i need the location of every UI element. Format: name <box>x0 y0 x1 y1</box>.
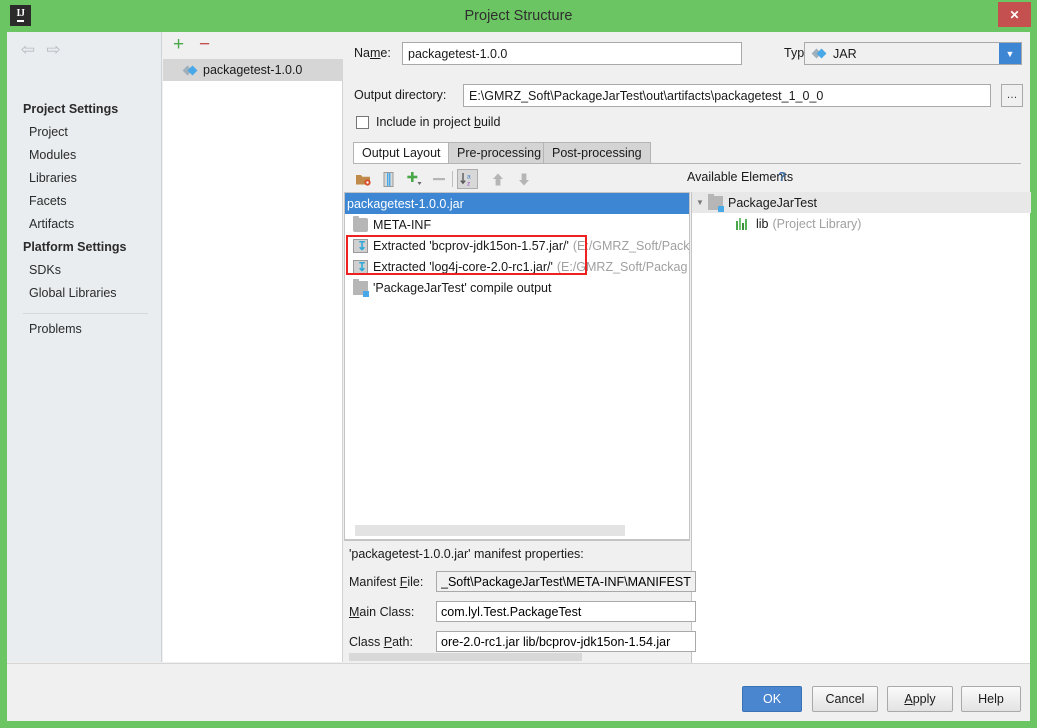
available-tree-row[interactable]: lib (Project Library) <box>692 213 1031 234</box>
output-directory-label: Output directory: <box>354 88 447 102</box>
tree-horizontal-scrollbar[interactable] <box>355 525 625 536</box>
sidebar-item-problems[interactable]: Problems <box>29 322 82 336</box>
settings-sidebar: ⇦ ⇨ Project Settings Project Modules Lib… <box>7 32 162 662</box>
sidebar-item-modules[interactable]: Modules <box>29 148 76 162</box>
tree-row-detail: (E:/GMRZ_Soft/Pack <box>572 238 690 253</box>
output-directory-input[interactable] <box>463 84 991 107</box>
name-input[interactable] <box>402 42 742 65</box>
remove-artifact-button[interactable]: − <box>199 35 210 55</box>
library-icon <box>736 217 751 230</box>
toolbar-separator <box>452 171 453 187</box>
artifact-list-item[interactable]: packagetest-1.0.0 <box>163 59 343 81</box>
sidebar-item-project[interactable]: Project <box>29 125 68 139</box>
tree-row[interactable]: ↧ Extracted 'log4j-core-2.0-rc1.jar/' (E… <box>345 256 689 277</box>
available-tree-row-label: lib <box>756 216 769 231</box>
create-archive-icon[interactable] <box>378 169 399 189</box>
tree-row-detail: (E:/GMRZ_Soft/Packag <box>556 259 688 274</box>
tree-row-label: META-INF <box>373 217 432 232</box>
remove-element-icon[interactable] <box>428 169 449 189</box>
browse-output-directory-button[interactable]: … <box>1001 84 1023 107</box>
tree-row-label: packagetest-1.0.0.jar <box>347 196 464 211</box>
type-dropdown-value: JAR <box>833 46 857 61</box>
dialog-content: ⇦ ⇨ Project Settings Project Modules Lib… <box>7 32 1031 721</box>
help-button[interactable]: Help <box>961 686 1021 712</box>
navigate-forward-icon[interactable]: ⇨ <box>42 40 64 60</box>
tree-row[interactable]: META-INF <box>345 214 689 235</box>
artifacts-toolbar: + − <box>163 32 343 59</box>
tree-row-label: Extracted 'log4j-core-2.0-rc1.jar/' <box>373 259 553 274</box>
main-class-label: Main Class: <box>349 605 415 619</box>
ok-button[interactable]: OK <box>742 686 802 712</box>
tree-row[interactable]: packagetest-1.0.0.jar <box>345 193 689 214</box>
title-bar: IJ Project Structure ✕ <box>0 0 1037 32</box>
sidebar-item-sdks[interactable]: SDKs <box>29 263 61 277</box>
module-output-icon <box>353 278 369 297</box>
folder-icon <box>353 215 368 232</box>
tab-post-processing[interactable]: Post-processing <box>543 142 651 164</box>
manifest-file-label: Manifest File: <box>349 575 424 589</box>
manifest-properties-section: 'packagetest-1.0.0.jar' manifest propert… <box>344 540 696 662</box>
type-dropdown[interactable]: JAR ▼ <box>804 42 1022 65</box>
create-directory-icon[interactable] <box>352 169 373 189</box>
available-tree-row-detail: (Project Library) <box>772 216 862 231</box>
tab-pre-processing[interactable]: Pre-processing <box>448 142 551 164</box>
sidebar-item-libraries[interactable]: Libraries <box>29 171 77 185</box>
move-down-icon[interactable] <box>513 169 534 189</box>
artifact-list-item-label: packagetest-1.0.0 <box>203 63 303 77</box>
svg-text:z: z <box>467 180 470 187</box>
artifact-editor-panel: Name: Type: JAR ▼ Output directory: … In… <box>344 32 1031 686</box>
main-class-input[interactable] <box>436 601 696 622</box>
include-in-project-build-checkbox[interactable] <box>356 116 369 129</box>
tab-output-layout[interactable]: Output Layout <box>353 142 450 164</box>
sort-alphabetically-icon[interactable]: a z <box>457 169 478 189</box>
sidebar-item-global-libraries[interactable]: Global Libraries <box>29 286 117 300</box>
sidebar-navigation: ⇦ ⇨ <box>17 40 64 60</box>
chevron-down-icon[interactable]: ▼ <box>999 43 1021 64</box>
class-path-label: Class Path: <box>349 635 413 649</box>
apply-button[interactable]: Apply <box>887 686 953 712</box>
sidebar-divider <box>23 313 148 314</box>
include-in-project-build-label: Include in project build <box>376 115 501 129</box>
cancel-button[interactable]: Cancel <box>812 686 878 712</box>
tree-row[interactable]: 'PackageJarTest' compile output <box>345 277 689 298</box>
close-window-button[interactable]: ✕ <box>998 2 1031 27</box>
name-label: Name: <box>354 46 391 60</box>
extracted-jar-icon: ↧ <box>353 259 368 274</box>
window-title: Project Structure <box>464 8 573 24</box>
help-icon[interactable]: ? <box>778 169 786 184</box>
jar-artifact-icon <box>182 64 198 77</box>
move-up-icon[interactable] <box>487 169 508 189</box>
add-element-icon[interactable] <box>404 169 425 189</box>
tab-underline <box>353 163 1021 164</box>
jar-type-icon <box>811 47 827 60</box>
available-tree-row[interactable]: ▼ PackageJarTest <box>692 192 1031 213</box>
sidebar-group-platform-settings: Platform Settings <box>23 240 127 254</box>
sidebar-item-artifacts[interactable]: Artifacts <box>29 217 74 231</box>
artifact-tabs: Output Layout Pre-processing Post-proces… <box>353 142 1021 164</box>
extracted-jar-icon: ↧ <box>353 238 368 253</box>
dialog-button-bar: OK Cancel Apply Help <box>7 663 1030 721</box>
tree-row-label: Extracted 'bcprov-jdk15on-1.57.jar/' <box>373 238 569 253</box>
output-layout-tree: packagetest-1.0.0.jar META-INF ↧ Extract… <box>344 192 690 540</box>
chevron-down-icon[interactable]: ▼ <box>692 198 708 207</box>
available-tree-row-label: PackageJarTest <box>728 195 817 210</box>
tree-row-label: 'PackageJarTest' compile output <box>373 280 552 295</box>
add-artifact-button[interactable]: + <box>173 35 184 55</box>
project-structure-dialog: IJ Project Structure ✕ ⇦ ⇨ Project Setti… <box>0 0 1037 728</box>
tree-row[interactable]: ↧ Extracted 'bcprov-jdk15on-1.57.jar/' (… <box>345 235 690 256</box>
class-path-input[interactable] <box>436 631 696 652</box>
module-icon <box>708 193 724 212</box>
available-elements-tree: ▼ PackageJarTest lib (Project Library) <box>691 192 1031 676</box>
sidebar-group-project-settings: Project Settings <box>23 102 119 116</box>
artifacts-list-panel: + − packagetest-1.0.0 <box>163 32 343 662</box>
manifest-horizontal-scrollbar[interactable] <box>349 653 582 661</box>
manifest-file-input[interactable] <box>436 571 696 592</box>
navigate-back-icon[interactable]: ⇦ <box>17 40 39 60</box>
sidebar-item-facets[interactable]: Facets <box>29 194 67 208</box>
manifest-title: 'packagetest-1.0.0.jar' manifest propert… <box>349 547 584 561</box>
svg-text:a: a <box>467 173 471 180</box>
